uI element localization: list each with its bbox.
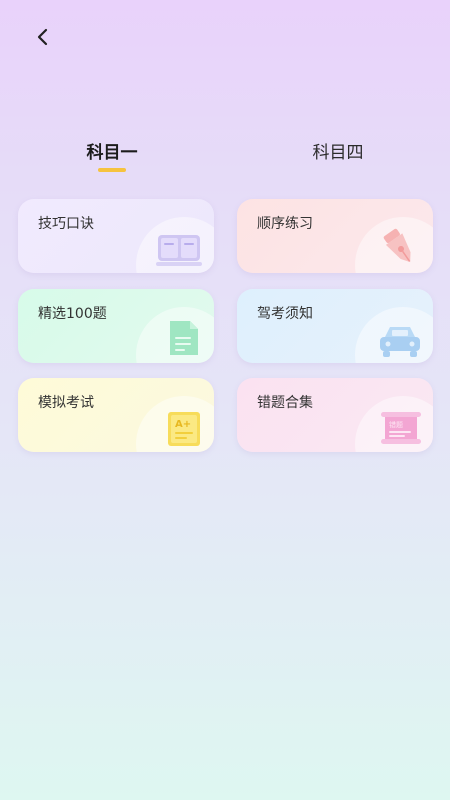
tab-subject-one[interactable]: 科目一 — [52, 138, 172, 163]
card-label: 技巧口诀 — [38, 216, 94, 232]
tab-subject-four[interactable]: 科目四 — [278, 138, 398, 163]
subject-tabs: 科目一 科目四 — [0, 138, 450, 178]
chevron-left-icon — [37, 28, 48, 46]
scroll-icon: 错题 — [381, 412, 421, 444]
card-label: 精选100题 — [38, 306, 107, 322]
card-sequential-practice[interactable]: 顺序练习 — [237, 199, 433, 273]
card-mock-exam[interactable]: 模拟考试 A+ — [18, 378, 214, 452]
card-label: 驾考须知 — [257, 306, 313, 322]
svg-text:A+: A+ — [175, 419, 191, 430]
pen-nib-icon — [383, 228, 411, 263]
card-exam-notice[interactable]: 驾考须知 — [237, 289, 433, 363]
card-wrong-questions[interactable]: 错题合集 错题 — [237, 378, 433, 452]
exam-paper-icon: A+ — [168, 412, 200, 446]
active-tab-indicator — [98, 168, 126, 172]
car-icon — [380, 327, 420, 357]
card-label: 模拟考试 — [38, 395, 94, 411]
card-selected-100[interactable]: 精选100题 — [18, 289, 214, 363]
card-label: 错题合集 — [257, 395, 313, 411]
book-icon — [156, 235, 202, 266]
card-label: 顺序练习 — [257, 216, 313, 232]
card-tips-mnemonics[interactable]: 技巧口诀 — [18, 199, 214, 273]
document-icon — [170, 321, 198, 355]
svg-text:错题: 错题 — [389, 420, 403, 429]
back-button[interactable] — [30, 24, 56, 50]
